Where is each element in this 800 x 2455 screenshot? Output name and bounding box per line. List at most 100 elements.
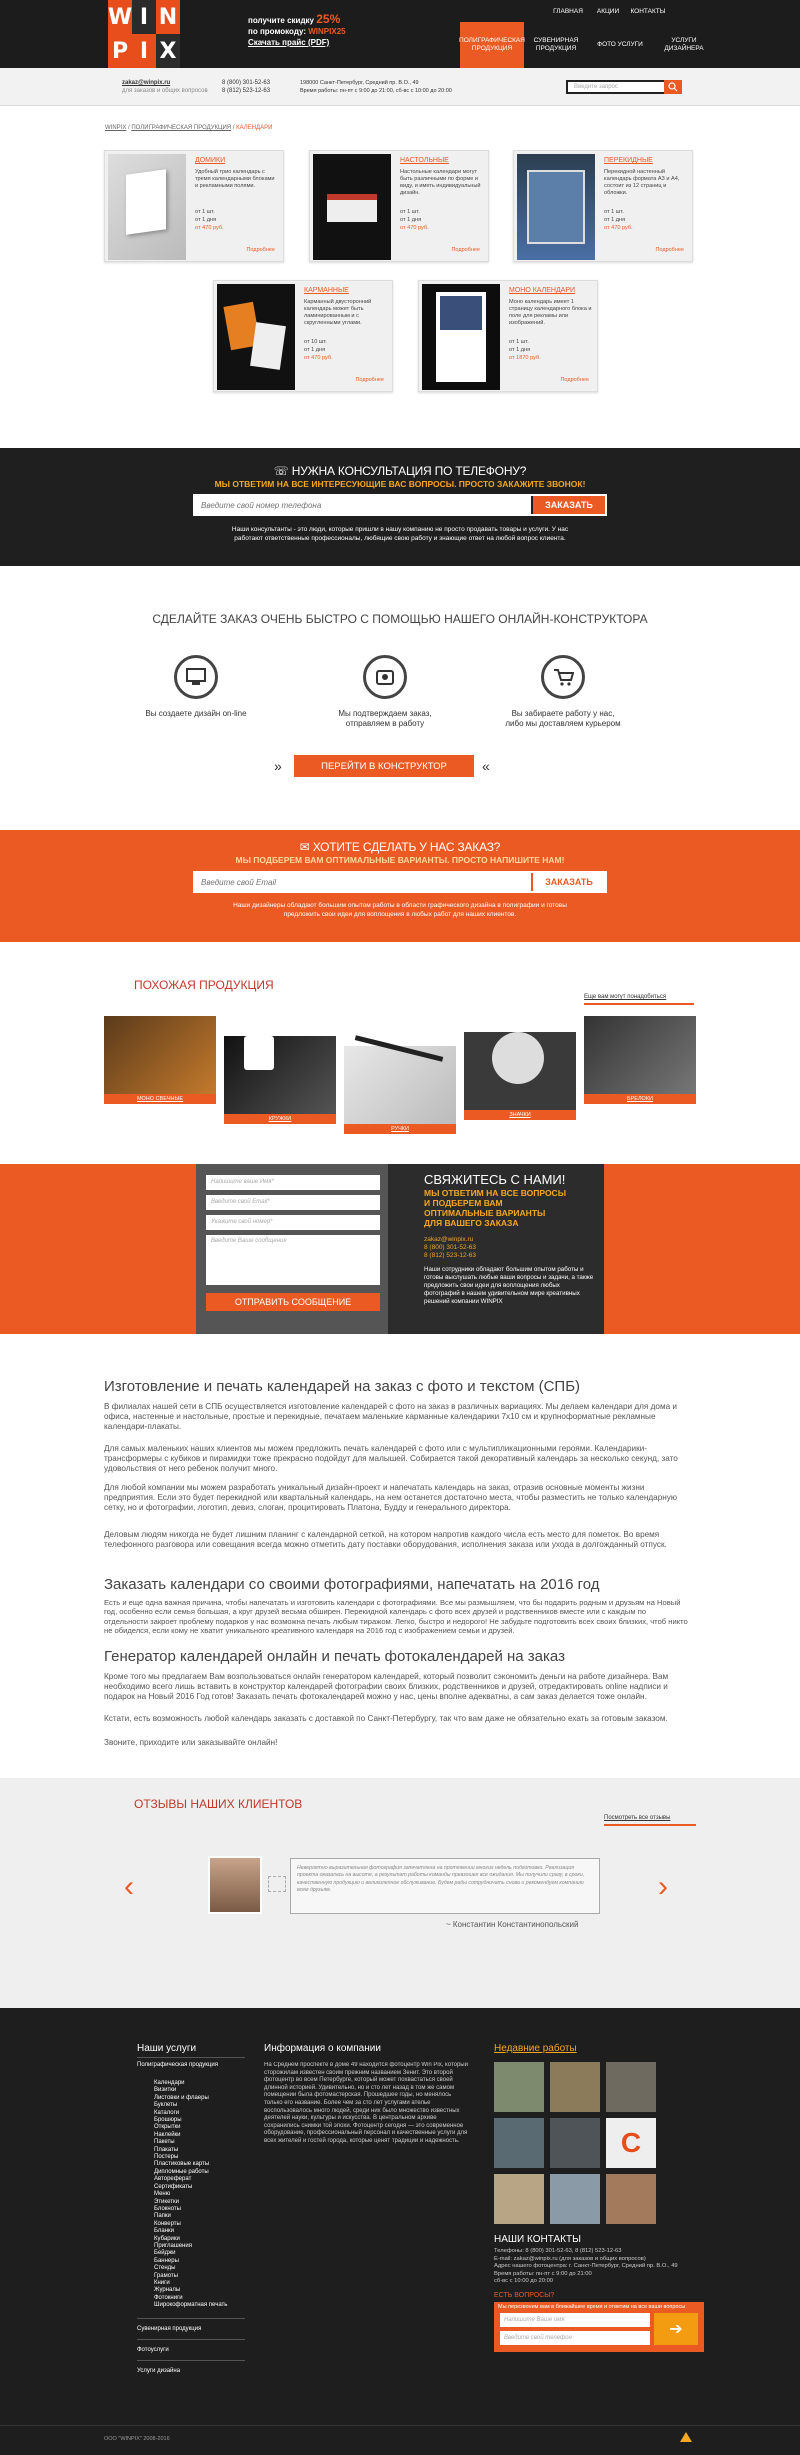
constructor-button[interactable]: ПЕРЕЙТИ В КОНСТРУКТОР	[294, 755, 474, 777]
services-list-item[interactable]: Меню	[154, 2191, 244, 2198]
services-list-item[interactable]: Наклейки	[154, 2132, 244, 2139]
services-list-item[interactable]: Стенды	[154, 2265, 244, 2272]
services-list-item[interactable]: Открытки	[154, 2124, 244, 2131]
next-arrow-icon[interactable]: ›	[658, 1870, 668, 1904]
similar-item[interactable]: ЗНАЧКИ	[464, 1016, 576, 1120]
phone-icon: ☏	[273, 464, 292, 478]
gallery-thumb[interactable]	[550, 2118, 600, 2168]
card-more-link[interactable]: Подробнее	[355, 377, 384, 383]
gallery-thumb[interactable]	[494, 2118, 544, 2168]
services-head[interactable]: Полиграфическая продукция	[137, 2062, 218, 2068]
nav-promo[interactable]: АКЦИИ	[588, 0, 628, 22]
callback-phone-input[interactable]: Введите свой телефон	[500, 2331, 650, 2345]
search-button[interactable]	[664, 80, 682, 94]
prev-arrow-icon[interactable]: ‹	[124, 1870, 134, 1904]
services-list-item[interactable]: Брошюры	[154, 2117, 244, 2124]
services-list-item[interactable]: Книги	[154, 2280, 244, 2287]
callback-name-input[interactable]: Напишите Ваше имя	[500, 2313, 650, 2327]
gallery-thumb[interactable]	[550, 2174, 600, 2224]
services-list-item[interactable]: Пластиковые карты	[154, 2161, 244, 2168]
services-list-item[interactable]: Пакеты	[154, 2139, 244, 2146]
gallery-thumb[interactable]: C	[606, 2118, 656, 2168]
product-card[interactable]: МОНО КАЛЕНДАРИ Моно календарь имеет 1 ст…	[418, 280, 598, 392]
services-list-item[interactable]: Широкоформатная печать	[154, 2302, 244, 2309]
contact-details: zakaz@winpix.ru 8 (800) 301-52-63 8 (812…	[424, 1236, 477, 1259]
email-input[interactable]	[195, 873, 531, 891]
name-input[interactable]: Напишите ваше Имя*	[206, 1175, 380, 1190]
recent-title[interactable]: Недавние работы	[494, 2043, 577, 2054]
services-list-item[interactable]: Фотокниги	[154, 2295, 244, 2302]
gallery-thumb[interactable]	[550, 2062, 600, 2112]
nav-home[interactable]: ГЛАВНАЯ	[548, 0, 588, 22]
gallery-thumb[interactable]	[494, 2062, 544, 2112]
card-more-link[interactable]: Подробнее	[655, 247, 684, 253]
similar-item[interactable]: РУЧКИ	[344, 1016, 456, 1134]
nav-souvenir[interactable]: СУВЕНИРНАЯ ПРОДУКЦИЯ	[524, 22, 588, 68]
gallery-thumb[interactable]	[606, 2174, 656, 2224]
message-input[interactable]: Введите Ваше сообщение	[206, 1235, 380, 1285]
services-list-item[interactable]: Постеры	[154, 2154, 244, 2161]
crumb-polygraphy[interactable]: ПОЛИГРАФИЧЕСКАЯ ПРОДУКЦИЯ	[131, 125, 231, 131]
card-more-link[interactable]: Подробнее	[451, 247, 480, 253]
services-list-item[interactable]: Конверты	[154, 2221, 244, 2228]
email-link[interactable]: zakaz@winpix.ru	[424, 1236, 476, 1244]
email-link[interactable]: zakaz@winpix.ru	[122, 79, 208, 87]
card-more-link[interactable]: Подробнее	[246, 247, 275, 253]
consult-submit-button[interactable]: ЗАКАЗАТЬ	[533, 496, 605, 514]
services-list-item[interactable]: Грамоты	[154, 2273, 244, 2280]
nav-design[interactable]: УСЛУГИ ДИЗАЙНЕРА	[652, 22, 716, 68]
quote-icon	[268, 1876, 286, 1892]
price-download-link[interactable]: Скачать прайс (PDF)	[248, 37, 346, 48]
services-list-item[interactable]: Бейджи	[154, 2250, 244, 2257]
phone-icon	[363, 655, 407, 699]
product-card[interactable]: ПЕРЕКИДНЫЕ Перекидной настенный календар…	[513, 150, 693, 262]
nav-photo[interactable]: ФОТО УСЛУГИ	[588, 22, 652, 68]
phone-input[interactable]	[195, 496, 531, 514]
site-logo[interactable]: W I N P I X	[108, 0, 180, 68]
similar-item[interactable]: БРЕЛОКИ	[584, 1016, 696, 1106]
nav-polygraphy[interactable]: ПОЛИГРАФИЧЕСКАЯ ПРОДУКЦИЯ	[459, 22, 525, 68]
phone-input[interactable]: Укажите свой номер*	[206, 1215, 380, 1230]
services-list-item[interactable]: Кубарики	[154, 2236, 244, 2243]
review-author: ~ Константин Константинопольский	[446, 1920, 579, 1929]
copyright: ООО "WINPIX" 2008-2016	[104, 2436, 170, 2442]
services-list-item[interactable]: Баннеры	[154, 2258, 244, 2265]
services-list-item[interactable]: Буклеты	[154, 2102, 244, 2109]
gallery-thumb[interactable]	[494, 2174, 544, 2224]
product-card[interactable]: ДОМИКИ Удобный трио календарь с тремя ка…	[104, 150, 284, 262]
services-list-item[interactable]: Листовки и флаеры	[154, 2095, 244, 2102]
product-card[interactable]: КАРМАННЫЕ Карманный двусторонний календа…	[213, 280, 393, 392]
services-list-item[interactable]: Бланки	[154, 2228, 244, 2235]
similar-title: ПОХОЖАЯ ПРОДУКЦИЯ	[134, 978, 274, 992]
services-list-item[interactable]: Календари	[154, 2080, 244, 2087]
scroll-top-icon[interactable]	[680, 2432, 692, 2442]
envelope-icon: ✉	[299, 840, 313, 854]
questions-note: Мы перезвоним вам в ближайшее время и от…	[498, 2304, 686, 2310]
card-more-link[interactable]: Подробнее	[560, 377, 589, 383]
questions-title: ЕСТЬ ВОПРОСЫ?	[494, 2292, 555, 2299]
email-input[interactable]: Введите свой Email*	[206, 1195, 380, 1210]
consult-note: Наши консультанты - это люди, которые пр…	[231, 526, 569, 542]
crumb-home[interactable]: WINPIX	[105, 125, 126, 131]
callback-submit-button[interactable]: ➔	[654, 2313, 698, 2345]
chevrons-right-icon: «	[482, 758, 490, 774]
services-list-item[interactable]: Автореферат	[154, 2176, 244, 2183]
similar-more-link[interactable]: Еще вам могут понадобиться	[584, 994, 666, 1000]
services-list-item[interactable]: Визитки	[154, 2087, 244, 2094]
order-submit-button[interactable]: ЗАКАЗАТЬ	[533, 873, 605, 891]
reviews-more-link[interactable]: Посмотреть все отзывы	[604, 1815, 670, 1821]
send-message-button[interactable]: ОТПРАВИТЬ СООБЩЕНИЕ	[206, 1293, 380, 1311]
services-list-item[interactable]: Журналы	[154, 2287, 244, 2294]
services-list-item[interactable]: Этикетки	[154, 2199, 244, 2206]
product-card[interactable]: НАСТОЛЬНЫЕ Настольные календари могут бы…	[309, 150, 489, 262]
services-list-item[interactable]: Каталоги	[154, 2110, 244, 2117]
services-list-item[interactable]: Дипломные работы	[154, 2169, 244, 2176]
services-list-item[interactable]: Плакаты	[154, 2147, 244, 2154]
gallery-thumb[interactable]	[606, 2062, 656, 2112]
similar-item[interactable]: КРУЖКИ	[224, 1016, 336, 1124]
services-list-item[interactable]: Сертификаты	[154, 2184, 244, 2191]
services-list-item[interactable]: Блокноты	[154, 2206, 244, 2213]
services-list-item[interactable]: Папки	[154, 2213, 244, 2220]
similar-item[interactable]: МОНО СВЕЧНЫЕ	[104, 1016, 216, 1106]
nav-contacts[interactable]: КОНТАКТЫ	[628, 0, 668, 22]
